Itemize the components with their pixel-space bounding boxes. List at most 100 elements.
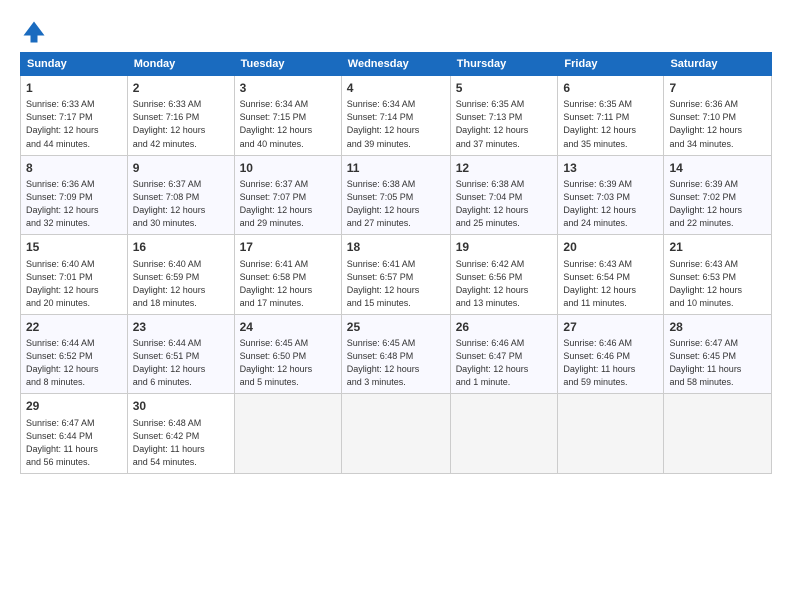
day-cell: 12Sunrise: 6:38 AMSunset: 7:04 PMDayligh…: [450, 155, 558, 235]
day-detail: Sunrise: 6:39 AMSunset: 7:03 PMDaylight:…: [563, 178, 658, 230]
header-cell-wednesday: Wednesday: [341, 53, 450, 76]
week-row-3: 15 Sunrise: 6:40 AMSunset: 7:01 PMDayligh…: [21, 235, 772, 315]
day-cell: 2Sunrise: 6:33 AMSunset: 7:16 PMDaylight…: [127, 76, 234, 156]
day-number: 12: [456, 160, 553, 177]
day-cell: 25Sunrise: 6:45 AMSunset: 6:48 PMDayligh…: [341, 314, 450, 394]
day-cell: 6Sunrise: 6:35 AMSunset: 7:11 PMDaylight…: [558, 76, 664, 156]
day-number: 29: [26, 398, 122, 415]
day-number: 23: [133, 319, 229, 336]
day-detail: Sunrise: 6:37 AMSunset: 7:07 PMDaylight:…: [240, 178, 336, 230]
day-detail: Sunrise: 6:43 AMSunset: 6:53 PMDaylight:…: [669, 258, 766, 310]
day-cell: 21 Sunrise: 6:43 AMSunset: 6:53 PMDayligh…: [664, 235, 772, 315]
day-cell: 13Sunrise: 6:39 AMSunset: 7:03 PMDayligh…: [558, 155, 664, 235]
day-detail: Sunrise: 6:41 AMSunset: 6:57 PMDaylight:…: [347, 258, 445, 310]
day-number: 21: [669, 239, 766, 256]
day-detail: Sunrise: 6:36 AMSunset: 7:09 PMDaylight:…: [26, 178, 122, 230]
calendar-header: SundayMondayTuesdayWednesdayThursdayFrid…: [21, 53, 772, 76]
day-cell: 27Sunrise: 6:46 AMSunset: 6:46 PMDayligh…: [558, 314, 664, 394]
calendar-body: 1Sunrise: 6:33 AMSunset: 7:17 PMDaylight…: [21, 76, 772, 474]
day-detail: Sunrise: 6:34 AMSunset: 7:14 PMDaylight:…: [347, 98, 445, 150]
day-detail: Sunrise: 6:41 AMSunset: 6:58 PMDaylight:…: [240, 258, 336, 310]
calendar-table: SundayMondayTuesdayWednesdayThursdayFrid…: [20, 52, 772, 474]
week-row-2: 8Sunrise: 6:36 AMSunset: 7:09 PMDaylight…: [21, 155, 772, 235]
day-number: 13: [563, 160, 658, 177]
day-cell: 7Sunrise: 6:36 AMSunset: 7:10 PMDaylight…: [664, 76, 772, 156]
day-cell: 16 Sunrise: 6:40 AMSunset: 6:59 PMDayligh…: [127, 235, 234, 315]
page: SundayMondayTuesdayWednesdayThursdayFrid…: [0, 0, 792, 612]
day-number: 18: [347, 239, 445, 256]
day-number: 25: [347, 319, 445, 336]
day-detail: Sunrise: 6:39 AMSunset: 7:02 PMDaylight:…: [669, 178, 766, 230]
day-number: 2: [133, 80, 229, 97]
day-cell: 28Sunrise: 6:47 AMSunset: 6:45 PMDayligh…: [664, 314, 772, 394]
day-cell: 9Sunrise: 6:37 AMSunset: 7:08 PMDaylight…: [127, 155, 234, 235]
day-detail: Sunrise: 6:38 AMSunset: 7:04 PMDaylight:…: [456, 178, 553, 230]
day-number: 20: [563, 239, 658, 256]
day-detail: Sunrise: 6:40 AMSunset: 6:59 PMDaylight:…: [133, 258, 229, 310]
day-number: 17: [240, 239, 336, 256]
day-detail: Sunrise: 6:35 AMSunset: 7:11 PMDaylight:…: [563, 98, 658, 150]
day-detail: Sunrise: 6:34 AMSunset: 7:15 PMDaylight:…: [240, 98, 336, 150]
week-row-4: 22Sunrise: 6:44 AMSunset: 6:52 PMDayligh…: [21, 314, 772, 394]
day-cell: 4Sunrise: 6:34 AMSunset: 7:14 PMDaylight…: [341, 76, 450, 156]
header-cell-monday: Monday: [127, 53, 234, 76]
day-number: 28: [669, 319, 766, 336]
day-cell: 8Sunrise: 6:36 AMSunset: 7:09 PMDaylight…: [21, 155, 128, 235]
day-cell: [341, 394, 450, 474]
day-cell: 10Sunrise: 6:37 AMSunset: 7:07 PMDayligh…: [234, 155, 341, 235]
day-detail: Sunrise: 6:40 AMSunset: 7:01 PMDaylight:…: [26, 258, 122, 310]
day-cell: 1Sunrise: 6:33 AMSunset: 7:17 PMDaylight…: [21, 76, 128, 156]
day-number: 11: [347, 160, 445, 177]
day-detail: Sunrise: 6:37 AMSunset: 7:08 PMDaylight:…: [133, 178, 229, 230]
day-cell: 26Sunrise: 6:46 AMSunset: 6:47 PMDayligh…: [450, 314, 558, 394]
day-number: 16: [133, 239, 229, 256]
day-cell: 23Sunrise: 6:44 AMSunset: 6:51 PMDayligh…: [127, 314, 234, 394]
day-number: 3: [240, 80, 336, 97]
logo: [20, 18, 52, 46]
day-number: 8: [26, 160, 122, 177]
day-detail: Sunrise: 6:43 AMSunset: 6:54 PMDaylight:…: [563, 258, 658, 310]
day-detail: Sunrise: 6:42 AMSunset: 6:56 PMDaylight:…: [456, 258, 553, 310]
day-number: 30: [133, 398, 229, 415]
day-cell: [450, 394, 558, 474]
day-number: 7: [669, 80, 766, 97]
day-cell: 17 Sunrise: 6:41 AMSunset: 6:58 PMDayligh…: [234, 235, 341, 315]
day-cell: 24Sunrise: 6:45 AMSunset: 6:50 PMDayligh…: [234, 314, 341, 394]
day-number: 14: [669, 160, 766, 177]
day-detail: Sunrise: 6:47 AMSunset: 6:44 PMDaylight:…: [26, 417, 122, 469]
day-cell: 20 Sunrise: 6:43 AMSunset: 6:54 PMDayligh…: [558, 235, 664, 315]
day-detail: Sunrise: 6:47 AMSunset: 6:45 PMDaylight:…: [669, 337, 766, 389]
day-cell: 11Sunrise: 6:38 AMSunset: 7:05 PMDayligh…: [341, 155, 450, 235]
day-detail: Sunrise: 6:38 AMSunset: 7:05 PMDaylight:…: [347, 178, 445, 230]
day-number: 5: [456, 80, 553, 97]
day-number: 6: [563, 80, 658, 97]
day-detail: Sunrise: 6:45 AMSunset: 6:50 PMDaylight:…: [240, 337, 336, 389]
day-detail: Sunrise: 6:46 AMSunset: 6:47 PMDaylight:…: [456, 337, 553, 389]
day-number: 9: [133, 160, 229, 177]
day-detail: Sunrise: 6:44 AMSunset: 6:52 PMDaylight:…: [26, 337, 122, 389]
day-cell: 3Sunrise: 6:34 AMSunset: 7:15 PMDaylight…: [234, 76, 341, 156]
day-number: 19: [456, 239, 553, 256]
day-cell: 14Sunrise: 6:39 AMSunset: 7:02 PMDayligh…: [664, 155, 772, 235]
day-number: 1: [26, 80, 122, 97]
day-cell: 30Sunrise: 6:48 AMSunset: 6:42 PMDayligh…: [127, 394, 234, 474]
day-cell: [664, 394, 772, 474]
header: [20, 18, 772, 46]
header-cell-saturday: Saturday: [664, 53, 772, 76]
header-row: SundayMondayTuesdayWednesdayThursdayFrid…: [21, 53, 772, 76]
day-detail: Sunrise: 6:33 AMSunset: 7:17 PMDaylight:…: [26, 98, 122, 150]
week-row-1: 1Sunrise: 6:33 AMSunset: 7:17 PMDaylight…: [21, 76, 772, 156]
day-cell: 19 Sunrise: 6:42 AMSunset: 6:56 PMDayligh…: [450, 235, 558, 315]
day-cell: 29 Sunrise: 6:47 AMSunset: 6:44 PMDayligh…: [21, 394, 128, 474]
day-detail: Sunrise: 6:33 AMSunset: 7:16 PMDaylight:…: [133, 98, 229, 150]
day-number: 27: [563, 319, 658, 336]
day-detail: Sunrise: 6:46 AMSunset: 6:46 PMDaylight:…: [563, 337, 658, 389]
day-number: 22: [26, 319, 122, 336]
day-number: 15: [26, 239, 122, 256]
day-cell: 5Sunrise: 6:35 AMSunset: 7:13 PMDaylight…: [450, 76, 558, 156]
day-cell: [234, 394, 341, 474]
day-detail: Sunrise: 6:44 AMSunset: 6:51 PMDaylight:…: [133, 337, 229, 389]
day-detail: Sunrise: 6:35 AMSunset: 7:13 PMDaylight:…: [456, 98, 553, 150]
day-cell: 22Sunrise: 6:44 AMSunset: 6:52 PMDayligh…: [21, 314, 128, 394]
logo-icon: [20, 18, 48, 46]
